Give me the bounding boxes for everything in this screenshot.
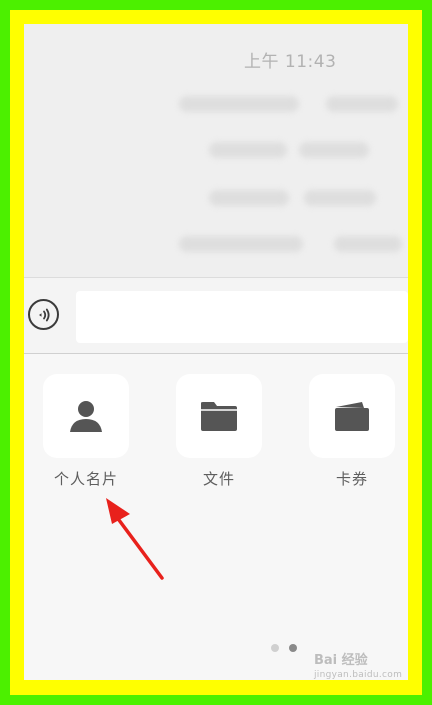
- coupon-label: 卡券: [335, 470, 368, 488]
- voice-button[interactable]: [28, 299, 59, 330]
- voice-wave-icon: [38, 308, 50, 321]
- chat-history: 上午 11:43: [24, 24, 408, 277]
- contact-card-label: 个人名片: [53, 470, 118, 488]
- file-label: 文件: [202, 470, 235, 488]
- page-dot-active[interactable]: [289, 644, 297, 652]
- red-arrow-annotation: [106, 498, 164, 580]
- message-timestamp: 上午 11:43: [244, 52, 337, 72]
- blurred-message: [334, 236, 402, 252]
- blurred-message: [326, 96, 398, 112]
- watermark-url: jingyan.baidu.com: [314, 670, 403, 680]
- chat-input-bar: [24, 277, 408, 354]
- page-dot[interactable]: [271, 644, 279, 652]
- blurred-message: [299, 142, 369, 158]
- blurred-message: [304, 190, 376, 206]
- message-input[interactable]: [76, 291, 408, 343]
- tool-coupon[interactable]: 卡券: [309, 374, 395, 489]
- watermark-brand: Bai 经验: [314, 653, 368, 668]
- blurred-message: [179, 96, 299, 112]
- wallet-icon: [335, 402, 369, 431]
- blurred-message: [209, 142, 287, 158]
- folder-icon: [201, 402, 237, 431]
- baidu-watermark: Bai 经验 jingyan.baidu.com: [314, 653, 406, 681]
- blurred-message: [179, 236, 303, 252]
- page-indicator: [271, 644, 297, 652]
- file-tile[interactable]: [176, 374, 262, 458]
- phone-screen: 上午 11:43 个人名片 文件 卡券 Bai 经验 jingyan.baidu…: [24, 24, 408, 680]
- person-icon: [70, 401, 102, 432]
- blurred-message: [209, 190, 289, 206]
- tool-contact-card[interactable]: 个人名片: [43, 374, 129, 489]
- contact-card-tile[interactable]: [43, 374, 129, 458]
- coupon-tile[interactable]: [309, 374, 395, 458]
- tool-file[interactable]: 文件: [176, 374, 262, 489]
